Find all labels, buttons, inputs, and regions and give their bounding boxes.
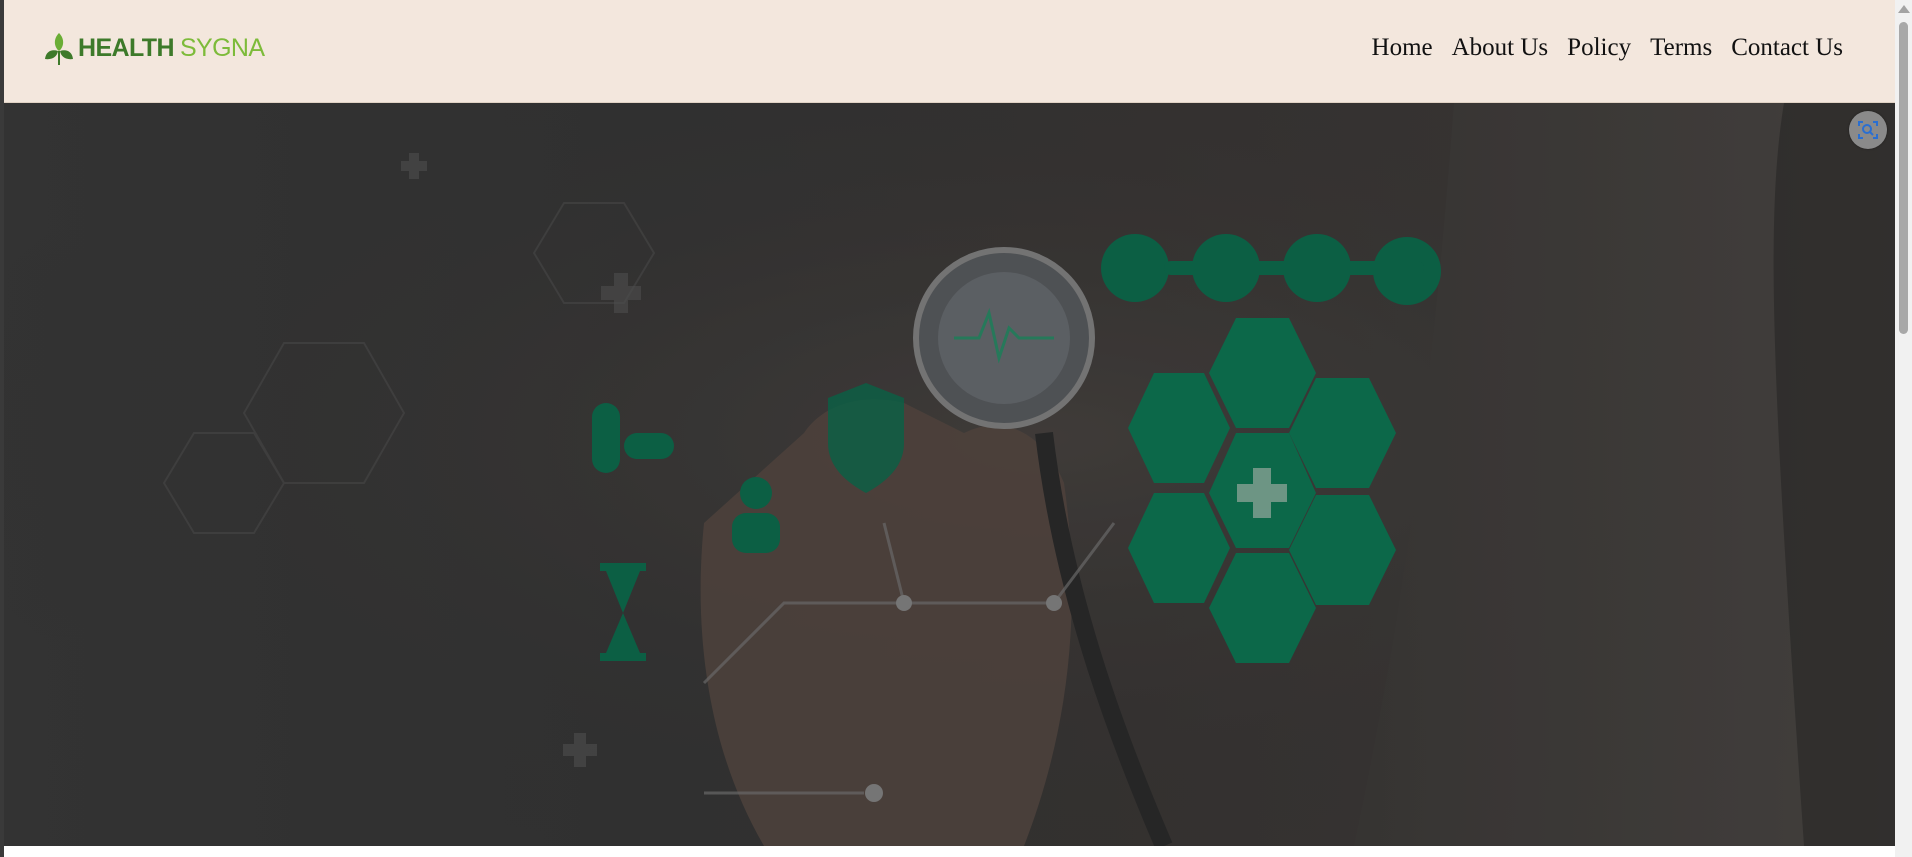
leaf-logo-icon: [45, 33, 73, 65]
site-header: HEALTH SYGNA Home About Us Policy Terms C…: [4, 0, 1895, 103]
nav-home[interactable]: Home: [1372, 34, 1433, 62]
vertical-scrollbar[interactable]: [1895, 0, 1912, 857]
scrollbar-thumb[interactable]: [1899, 22, 1908, 334]
nav-contact-us[interactable]: Contact Us: [1731, 34, 1843, 62]
nav-about-us[interactable]: About Us: [1452, 34, 1549, 62]
hero-image: [4, 103, 1895, 846]
brand-logo[interactable]: HEALTH SYGNA: [42, 28, 265, 68]
hero-banner: [4, 103, 1895, 846]
nav-policy[interactable]: Policy: [1567, 34, 1631, 62]
nav-terms[interactable]: Terms: [1650, 34, 1712, 62]
brand-name: HEALTH SYGNA: [78, 33, 265, 63]
main-nav: Home About Us Policy Terms Contact Us: [1372, 34, 1843, 62]
page: HEALTH SYGNA Home About Us Policy Terms C…: [0, 0, 1912, 857]
page-content-below: [4, 846, 1895, 857]
brand-name-part2: SYGNA: [179, 33, 265, 62]
visual-search-button[interactable]: [1849, 111, 1887, 149]
visual-search-icon: [1858, 121, 1878, 139]
scroll-up-arrow-icon[interactable]: [1898, 5, 1910, 13]
brand-name-part1: HEALTH: [78, 33, 175, 62]
